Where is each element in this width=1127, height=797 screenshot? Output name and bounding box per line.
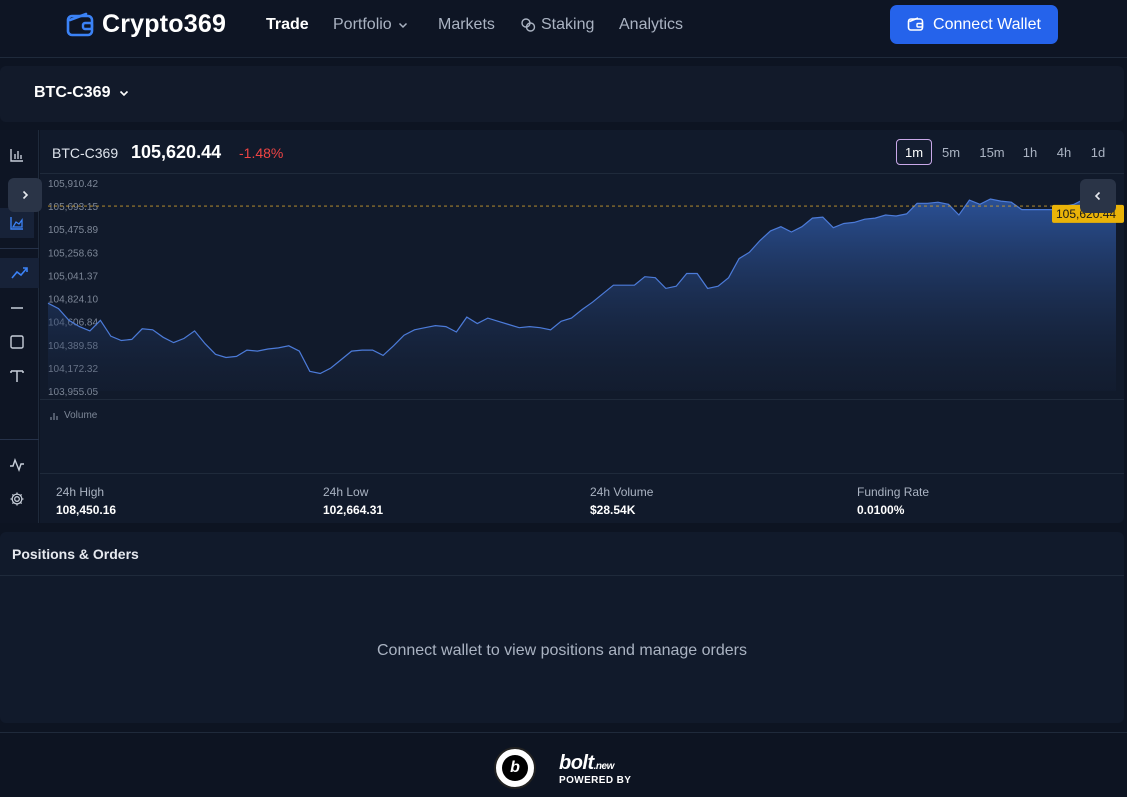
bolt-logo[interactable]: bolt.new bbox=[559, 752, 614, 775]
timeframe-5m[interactable]: 5m bbox=[936, 139, 966, 165]
positions-header: Positions & Orders bbox=[0, 532, 1124, 576]
current-price: 105,620.44 bbox=[131, 142, 222, 162]
nav-portfolio-label: Portfolio bbox=[333, 16, 392, 33]
bolt-logo-main: bolt bbox=[559, 752, 594, 774]
volume-label-text: Volume bbox=[64, 410, 98, 421]
price-area bbox=[48, 199, 1116, 391]
timeframe-1d[interactable]: 1d bbox=[1086, 139, 1110, 165]
nav-portfolio[interactable]: Portfolio bbox=[333, 16, 409, 34]
rectangle-tool[interactable] bbox=[0, 327, 34, 357]
pair-selector[interactable]: BTC-C369 bbox=[34, 84, 130, 102]
powered-by-label: POWERED BY bbox=[559, 775, 632, 786]
volume-pane: Volume bbox=[40, 399, 1124, 474]
text-icon bbox=[10, 370, 24, 382]
pair-selector-label: BTC-C369 bbox=[34, 84, 111, 101]
activity-icon bbox=[10, 457, 24, 473]
volume-label: Volume bbox=[49, 410, 97, 421]
timeframe-1h[interactable]: 1h bbox=[1018, 139, 1042, 165]
stat-label: 24h High bbox=[56, 485, 105, 499]
toolbar-divider bbox=[0, 439, 39, 440]
toolbar-divider bbox=[0, 248, 39, 249]
chevron-down-icon bbox=[398, 22, 407, 29]
trend-line-icon bbox=[10, 267, 28, 279]
stat-label: 24h Low bbox=[323, 485, 369, 499]
nav-staking-label: Staking bbox=[541, 16, 595, 33]
y-tick-label: 104,824.10 bbox=[48, 295, 98, 306]
chart-header: BTC-C369 105,620.44 -1.48% 1m 5m 15m 1h … bbox=[40, 130, 1124, 174]
nav-markets[interactable]: Markets bbox=[438, 16, 495, 34]
connect-wallet-label: Connect Wallet bbox=[933, 15, 1041, 33]
brand-name: Crypto369 bbox=[102, 10, 227, 38]
stat-value: 0.0100% bbox=[857, 503, 905, 517]
horizontal-line-icon bbox=[11, 307, 23, 309]
nav-trade-label: Trade bbox=[266, 16, 309, 33]
chevron-left-icon bbox=[1094, 191, 1101, 201]
timeframe-15m[interactable]: 15m bbox=[976, 139, 1008, 165]
connect-wallet-button[interactable]: Connect Wallet bbox=[890, 5, 1058, 44]
nav-markets-label: Markets bbox=[438, 16, 495, 33]
stat-value: 102,664.31 bbox=[323, 503, 384, 517]
pair-bar: BTC-C369 bbox=[0, 66, 1124, 122]
nav-analytics-label: Analytics bbox=[619, 16, 684, 33]
y-tick-label: 105,910.42 bbox=[48, 179, 98, 190]
wallet-logo-icon bbox=[66, 12, 94, 36]
bolt-badge-letter: b bbox=[502, 755, 528, 781]
settings-tool[interactable] bbox=[0, 484, 34, 514]
text-tool[interactable] bbox=[0, 361, 34, 391]
bar-chart-icon bbox=[10, 149, 23, 162]
timeframe-1m[interactable]: 1m bbox=[896, 139, 932, 165]
y-tick-label: 105,693.15 bbox=[48, 202, 98, 213]
stat-funding-rate: Funding Rate 0.0100% bbox=[857, 485, 929, 517]
brand[interactable]: Crypto369 bbox=[66, 10, 226, 39]
bolt-badge[interactable]: b bbox=[494, 747, 536, 789]
area-chart-icon bbox=[10, 217, 23, 230]
top-nav: Crypto369 Trade Portfolio Markets Stakin… bbox=[0, 0, 1127, 58]
stat-24h-low: 24h Low 102,664.31 bbox=[323, 485, 383, 517]
y-tick-label: 105,258.63 bbox=[48, 248, 98, 259]
y-tick-label: 105,475.89 bbox=[48, 225, 98, 236]
stat-label: 24h Volume bbox=[590, 485, 654, 499]
price-change: -1.48% bbox=[239, 145, 284, 161]
positions-empty-message: Connect wallet to view positions and man… bbox=[377, 642, 747, 659]
coins-icon bbox=[521, 18, 536, 32]
bar-chart-tool[interactable] bbox=[0, 140, 34, 170]
stat-label: Funding Rate bbox=[857, 485, 930, 499]
price-chart[interactable]: 105,910.42 105,693.15 105,475.89 105,258.63… bbox=[40, 174, 1124, 399]
chevron-down-icon bbox=[120, 90, 129, 97]
stat-24h-high: 24h High 108,450.16 bbox=[56, 485, 116, 517]
square-icon bbox=[10, 335, 24, 349]
stat-24h-volume: 24h Volume $28.54K bbox=[590, 485, 653, 517]
nav-analytics[interactable]: Analytics bbox=[619, 16, 683, 34]
expand-panel-button[interactable] bbox=[8, 178, 42, 212]
collapse-panel-button[interactable] bbox=[1080, 179, 1116, 213]
wallet-icon bbox=[907, 17, 924, 31]
bolt-logo-suffix: .new bbox=[593, 761, 615, 772]
stat-value: 108,450.16 bbox=[56, 503, 117, 517]
trend-line-tool[interactable] bbox=[0, 258, 39, 288]
chart-symbol: BTC-C369 bbox=[52, 145, 119, 161]
nav-trade[interactable]: Trade bbox=[266, 16, 309, 34]
gear-icon bbox=[10, 492, 24, 506]
horizontal-line-tool[interactable] bbox=[0, 293, 34, 323]
stat-value: $28.54K bbox=[590, 503, 636, 517]
timeframe-4h[interactable]: 4h bbox=[1052, 139, 1076, 165]
chart-panel: BTC-C369 105,620.44 -1.48% 1m 5m 15m 1h … bbox=[40, 130, 1124, 523]
nav-staking[interactable]: Staking bbox=[520, 16, 594, 34]
indicators-tool[interactable] bbox=[0, 450, 34, 480]
positions-title: Positions & Orders bbox=[12, 546, 139, 562]
chevron-right-icon bbox=[22, 190, 29, 200]
bar-chart-icon bbox=[50, 412, 58, 420]
footer: b bolt.new POWERED BY bbox=[0, 732, 1127, 797]
positions-panel: Positions & Orders Connect wallet to vie… bbox=[0, 532, 1124, 723]
y-tick-label: 105,041.37 bbox=[48, 271, 98, 282]
area-chart-tool[interactable] bbox=[0, 208, 34, 238]
